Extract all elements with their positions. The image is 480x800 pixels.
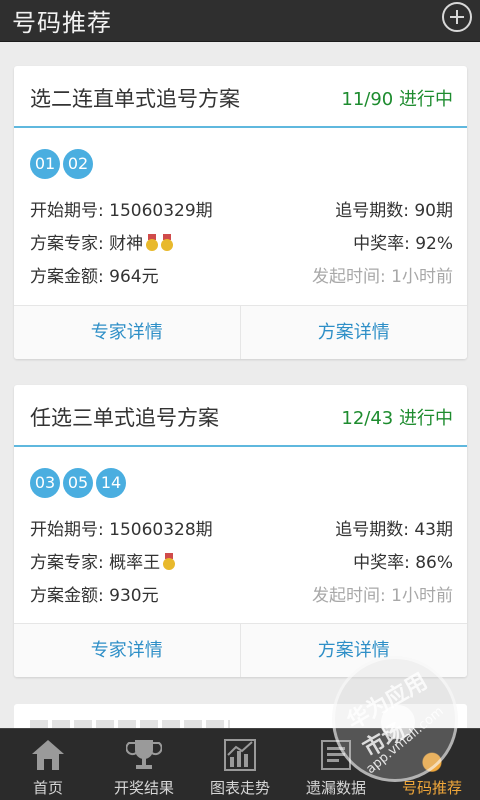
info-row: 开始期号: 15060329期 追号期数: 90期 (30, 196, 453, 222)
tab-label: 首页 (32, 779, 63, 797)
expert-detail-button[interactable]: 专家详情 (14, 306, 241, 359)
start-issue: 开始期号: 15060328期 (30, 520, 213, 540)
plan-name: 选二连直单式追号方案 (30, 87, 240, 111)
info-row: 方案专家: 财神 中奖率: 92% (30, 229, 453, 255)
watermark-logo: 华为应用市场 app.vmall.com (332, 656, 458, 782)
plan-card-header: 任选三单式追号方案 12/43 进行中 (14, 385, 467, 447)
plan-name: 任选三单式追号方案 (30, 406, 219, 430)
expert-name: 方案专家: 财神 (30, 234, 144, 254)
chart-icon (224, 739, 256, 771)
expert-name: 方案专家: 概率王 (30, 553, 161, 573)
start-time: 发起时间: 1小时前 (312, 267, 453, 287)
tab-results[interactable]: 开奖结果 (96, 729, 192, 800)
plan-progress: 12/43 进行中 (341, 408, 453, 429)
info-row: 方案金额: 964元 发起时间: 1小时前 (30, 262, 453, 288)
plan-card: 任选三单式追号方案 12/43 进行中 03 05 14 开始期号: 1506032… (14, 385, 467, 677)
tab-label: 开奖结果 (113, 779, 174, 797)
plan-detail-button[interactable]: 方案详情 (241, 306, 468, 359)
info-row: 方案专家: 概率王 中奖率: 86% (30, 548, 453, 574)
tab-home[interactable]: 首页 (0, 729, 96, 800)
page-title: 号码推荐 (12, 9, 112, 37)
card-actions: 专家详情 方案详情 (14, 305, 467, 359)
medal-icon (161, 234, 174, 251)
number-ball: 02 (63, 149, 93, 179)
plan-card-header: 选二连直单式追号方案 11/90 进行中 (14, 66, 467, 128)
tab-charts[interactable]: 图表走势 (192, 729, 288, 800)
medal-icon (163, 553, 176, 570)
start-issue: 开始期号: 15060329期 (30, 201, 213, 221)
start-time: 发起时间: 1小时前 (312, 586, 453, 606)
chase-count: 追号期数: 90期 (335, 201, 453, 221)
content-area[interactable]: 选二连直单式追号方案 11/90 进行中 01 02 开始期号: 15060329… (0, 42, 480, 728)
top-bar: 号码推荐 (0, 0, 480, 42)
expert-detail-button[interactable]: 专家详情 (14, 624, 241, 677)
info-row: 方案金额: 930元 发起时间: 1小时前 (30, 581, 453, 607)
plan-amount: 方案金额: 964元 (30, 267, 159, 287)
number-balls: 03 05 14 (30, 468, 129, 498)
number-balls: 01 02 (30, 149, 96, 179)
number-ball: 03 (30, 468, 60, 498)
tab-label: 遗漏数据 (305, 779, 366, 797)
chase-count: 追号期数: 43期 (335, 520, 453, 540)
home-icon (32, 740, 64, 770)
win-rate: 中奖率: 86% (353, 553, 453, 573)
expert-line: 方案专家: 财神 (30, 229, 174, 254)
number-ball: 05 (63, 468, 93, 498)
plan-amount: 方案金额: 930元 (30, 586, 159, 606)
partial-text (30, 720, 230, 728)
info-row: 开始期号: 15060328期 追号期数: 43期 (30, 515, 453, 541)
expert-line: 方案专家: 概率王 (30, 548, 176, 573)
number-ball: 14 (96, 468, 126, 498)
plan-card: 选二连直单式追号方案 11/90 进行中 01 02 开始期号: 15060329… (14, 66, 467, 359)
tab-label: 图表走势 (209, 779, 270, 797)
trophy-icon (126, 740, 162, 769)
medal-icon (146, 234, 159, 251)
plus-circle-icon[interactable] (442, 2, 472, 32)
number-ball: 01 (30, 149, 60, 179)
win-rate: 中奖率: 92% (353, 234, 453, 254)
plan-progress: 11/90 进行中 (341, 89, 453, 110)
